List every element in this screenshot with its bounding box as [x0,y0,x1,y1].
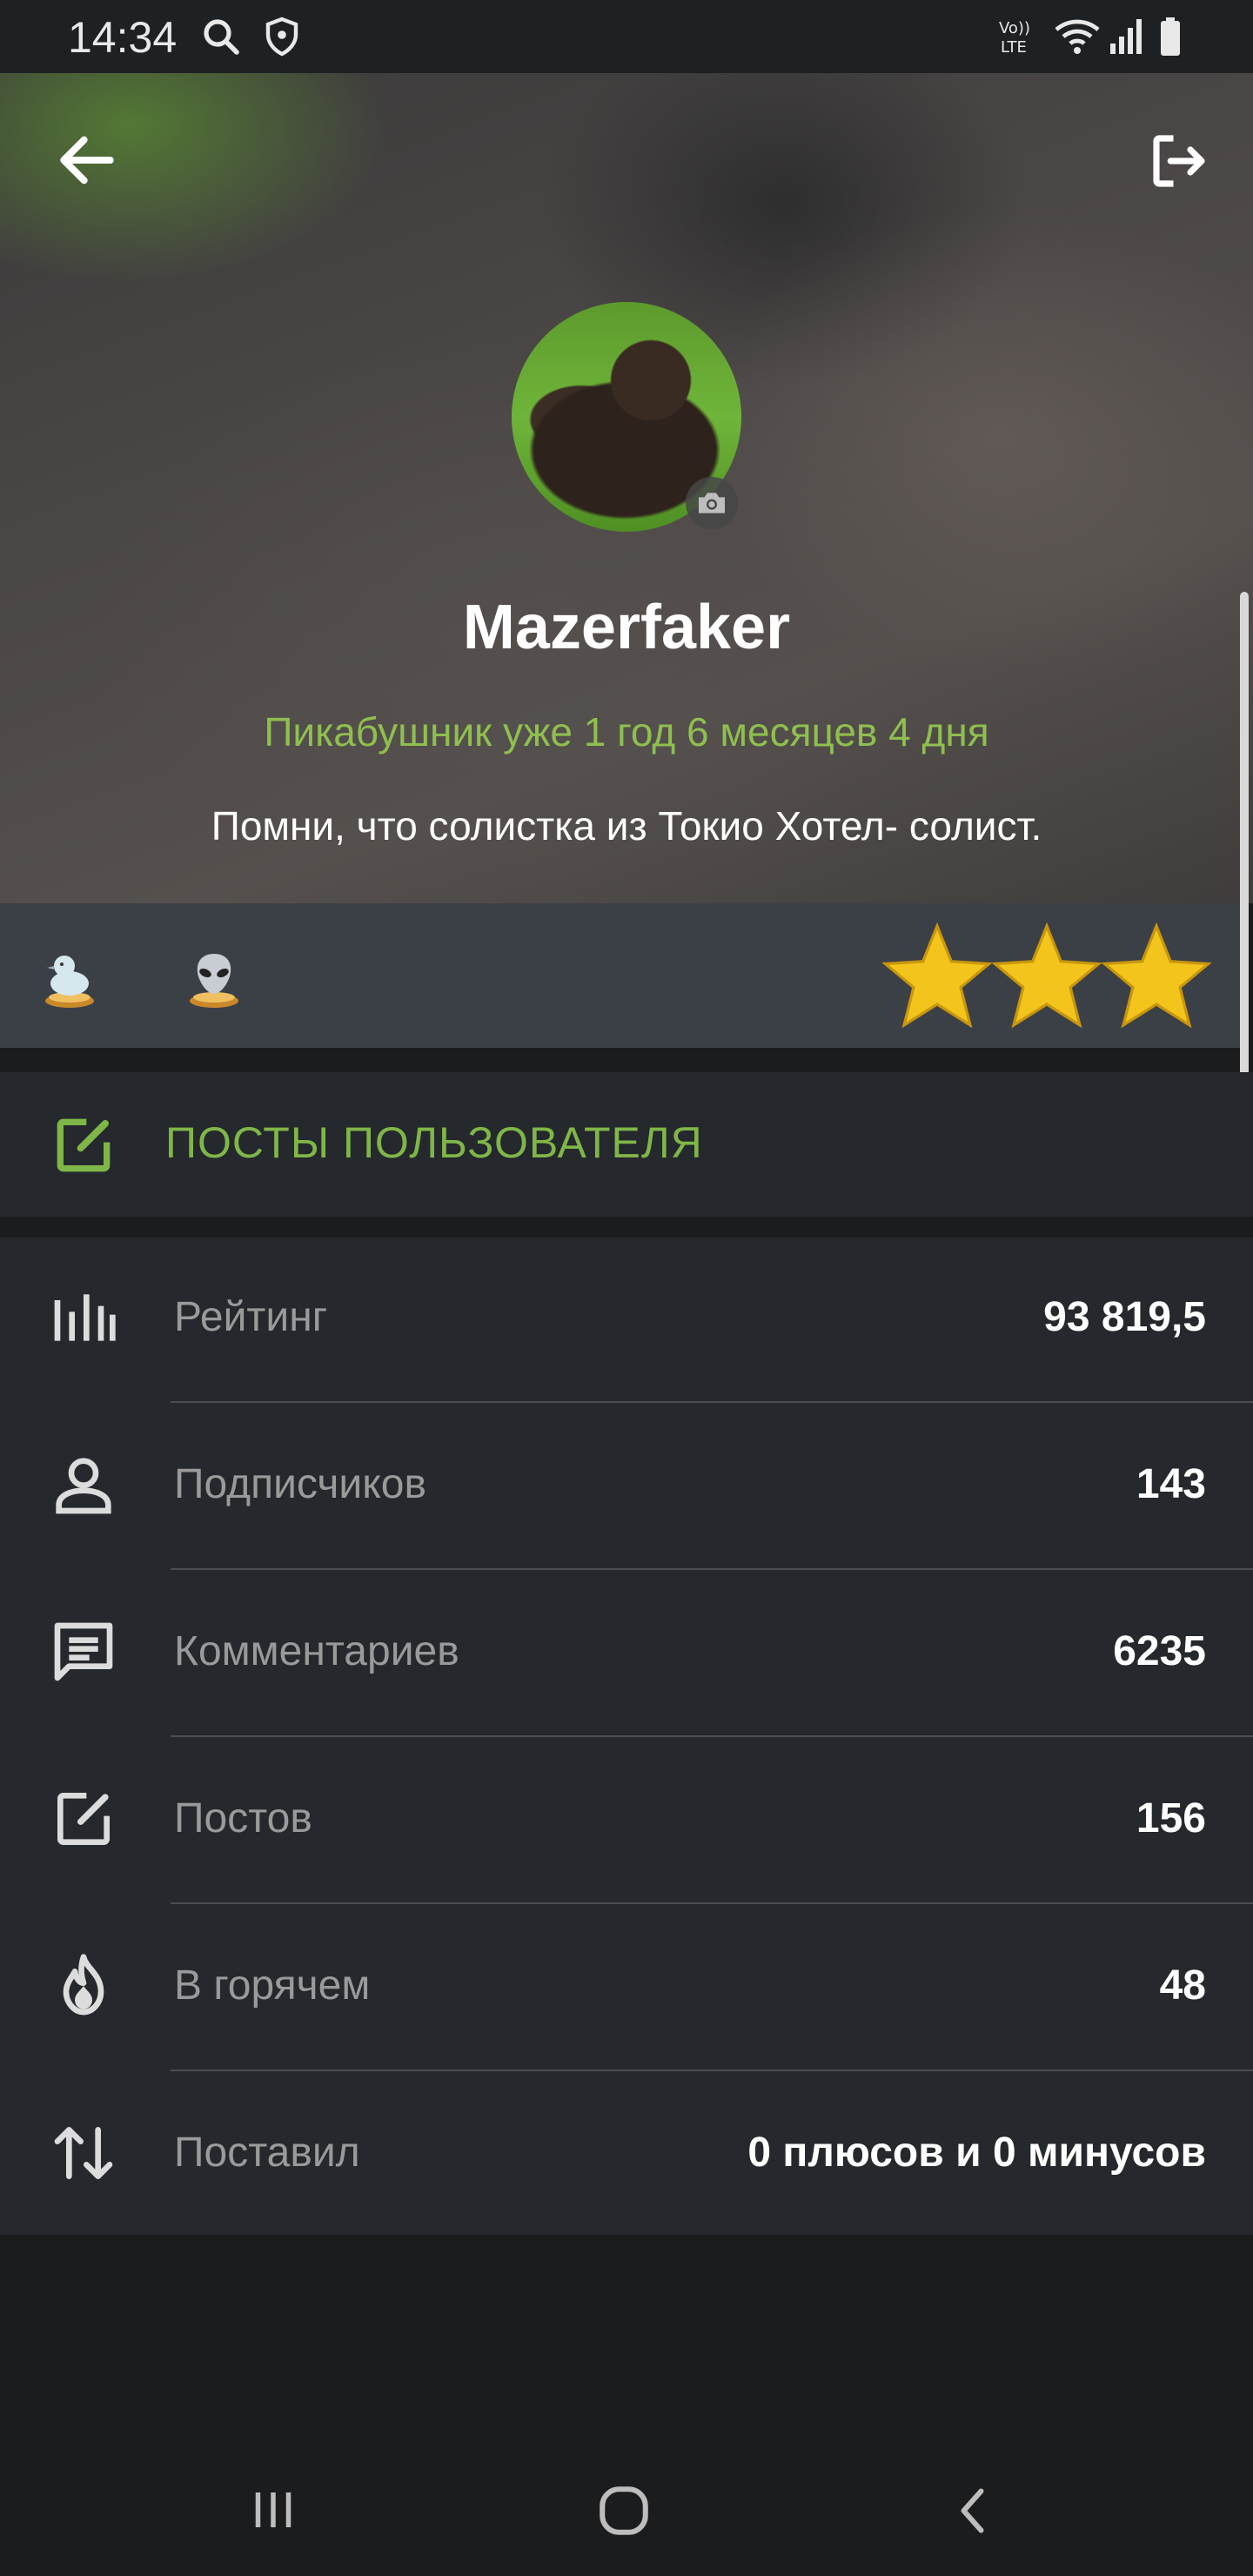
stat-label: Постов [174,1795,312,1841]
divider [171,2070,1253,2071]
home-icon[interactable] [595,2482,653,2544]
arrow-left-icon [60,136,114,184]
stat-value: 48 [1159,1962,1206,2009]
user-posts-label: ПОСТЫ ПОЛЬЗОВАТЕЛЯ [165,1118,703,1167]
star-icon [990,921,1103,1035]
scrollbar[interactable] [1240,592,1249,1079]
recent-apps-icon[interactable] [247,2484,299,2540]
user-posts-button[interactable]: ПОСТЫ ПОЛЬЗОВАТЕЛЯ [0,1072,1253,1217]
stat-value: 143 [1136,1461,1206,1507]
wifi-icon [1053,16,1102,62]
stat-value: 93 819,5 [1043,1294,1206,1340]
stat-row-hot[interactable]: В горячем 48 [0,1906,1253,2073]
status-time: 14:34 [68,13,178,62]
awards-bar [0,903,1240,1048]
shield-icon [263,16,301,62]
stat-row-comments[interactable]: Комментариев 6235 [0,1572,1253,1739]
camera-icon [699,493,725,513]
duck-award-icon[interactable] [38,947,101,1014]
stat-label: Комментариев [174,1628,459,1674]
logout-icon [1153,135,1205,187]
star-icon [881,921,994,1035]
camera-button[interactable] [686,477,738,529]
edit-icon [49,1110,118,1184]
comment-icon [54,1622,113,1681]
status-bar: 14:34 Vo)) LTE [0,0,1253,73]
divider [171,1401,1253,1403]
bar-chart-icon [54,1294,116,1341]
username: Mazerfaker [462,593,791,662]
stat-label: Поставил [174,2130,360,2176]
battery-icon [1157,16,1183,62]
back-icon[interactable] [948,2482,1001,2544]
stat-label: В горячем [174,1962,371,2009]
svg-text:Vo)): Vo)) [999,19,1030,37]
stat-row-votes[interactable]: Поставил 0 плюсов и 0 минусов [0,2073,1253,2240]
stat-value: 0 плюсов и 0 минусов [747,2130,1206,2176]
logout-button[interactable] [1145,127,1213,195]
svg-text:LTE: LTE [1001,38,1027,57]
stat-value: 6235 [1113,1628,1206,1674]
stat-row-rating[interactable]: Рейтинг 93 819,5 [0,1238,1253,1405]
stat-value: 156 [1136,1795,1206,1841]
divider [171,1568,1253,1570]
alien-award-icon[interactable] [183,947,245,1014]
stat-row-posts[interactable]: Постов 156 [0,1739,1253,1906]
sort-arrows-icon [54,2127,113,2179]
member-since: Пикабушник уже 1 год 6 месяцев 4 дня [264,709,989,755]
fire-icon [63,1954,104,2016]
divider [171,1735,1253,1737]
person-icon [56,1458,111,1514]
stat-label: Рейтинг [174,1294,328,1340]
signal-icon [1107,16,1145,62]
stat-row-subscribers[interactable]: Подписчиков 143 [0,1405,1253,1572]
stats-list: Рейтинг 93 819,5 Подписчиков 143 Коммент… [0,1238,1253,2235]
bio: Помни, что солистка из Токио Хотел- соли… [211,803,1042,849]
navigation-bar [0,2419,1253,2576]
star-icon [1100,921,1213,1035]
stat-label: Подписчиков [174,1461,426,1507]
back-button[interactable] [52,125,122,195]
volte-icon: Vo)) LTE [997,14,1041,62]
search-icon [200,16,242,62]
edit-icon [57,1793,110,1845]
divider [171,1902,1253,1904]
